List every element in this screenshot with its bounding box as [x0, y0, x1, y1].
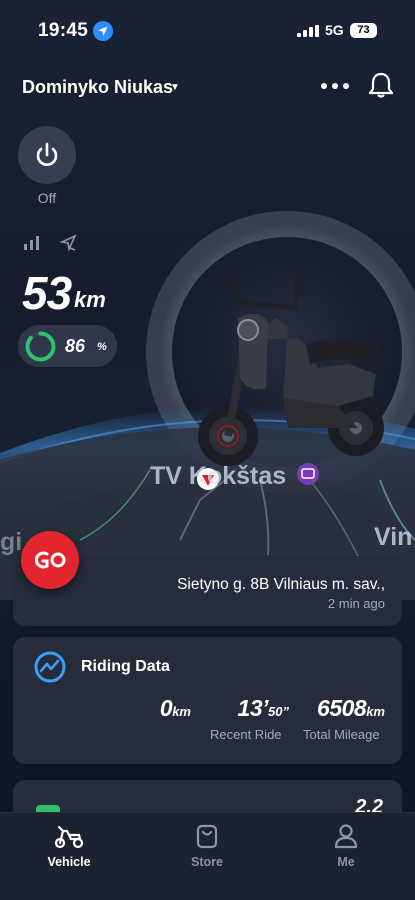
total-mileage-stat: 6508km: [317, 695, 385, 722]
go-button[interactable]: [21, 531, 79, 589]
last-distance-value: 0: [159, 695, 173, 721]
map-label-gi: gi: [0, 528, 23, 556]
riding-data-card[interactable]: Riding Data 0km 13’50” Recent Ride 6508k…: [13, 637, 402, 764]
battery-percent-value: 86: [65, 336, 86, 356]
vehicle-home-screen: TV Kokštas Vin gi 19:45 5G 73 Dominyko N…: [0, 0, 415, 900]
vehicle-owner-selector[interactable]: Dominyko Niukas: [22, 77, 173, 98]
status-bar: 19:45 5G 73: [0, 0, 415, 60]
phone-battery: 73: [350, 23, 377, 38]
power-icon: [36, 142, 58, 166]
battery-ring: [25, 331, 56, 362]
vehicle-address: Sietyno g. 8B Vilniaus m. sav.,: [177, 576, 385, 593]
recent-ride-minutes: 13: [237, 695, 263, 721]
last-distance-stat: 0km: [160, 695, 191, 722]
go-logo-icon: [34, 551, 66, 569]
recent-ride-label: Recent Ride: [210, 727, 282, 742]
total-mileage-label: Total Mileage: [303, 727, 380, 742]
tab-store[interactable]: Store: [162, 821, 252, 869]
tab-me[interactable]: Me: [301, 821, 391, 869]
tab-vehicle[interactable]: Vehicle: [24, 821, 114, 869]
location-arrow-icon: [93, 21, 113, 41]
last-distance-unit: km: [172, 704, 191, 719]
power-state-label: Off: [37, 190, 57, 206]
remaining-range-unit: km: [74, 287, 106, 312]
tab-vehicle-label: Vehicle: [47, 855, 91, 869]
total-mileage-unit: km: [366, 704, 385, 719]
recent-ride-stat: 13’50”: [238, 695, 289, 722]
tab-me-label: Me: [337, 855, 355, 869]
more-options-icon[interactable]: [318, 76, 352, 96]
location-updated-time: 2 min ago: [327, 596, 385, 611]
app-header: Dominyko Niukas ▼: [0, 65, 415, 105]
network-type: 5G: [325, 22, 344, 38]
notification-bell-icon[interactable]: [368, 71, 394, 99]
scooter-icon: [54, 825, 84, 849]
remaining-range-value: 53: [22, 267, 72, 319]
battery-level-pill: 86 %: [18, 325, 117, 367]
battery-ring-fill: [25, 331, 56, 362]
riding-data-icon: [34, 651, 66, 683]
gps-icon: [60, 234, 77, 252]
bag-icon: [196, 824, 218, 849]
bottom-tab-bar: Vehicle Store Me: [0, 812, 415, 900]
second-mark: ”: [282, 704, 290, 719]
person-icon: [334, 824, 358, 849]
scooter-image: [198, 278, 384, 466]
cellular-signal-icon: [297, 25, 319, 37]
riding-data-title: Riding Data: [81, 658, 170, 675]
total-mileage-value: 6508: [317, 695, 367, 721]
chevron-down-icon[interactable]: ▼: [170, 82, 180, 93]
recent-ride-seconds: 50: [268, 704, 283, 719]
status-time: 19:45: [38, 20, 89, 41]
map-label-vin: Vin: [374, 523, 413, 551]
battery-percent-unit: %: [97, 341, 107, 353]
power-button[interactable]: [18, 126, 76, 184]
tab-store-label: Store: [191, 855, 223, 869]
vehicle-signal-icon: [24, 236, 39, 250]
